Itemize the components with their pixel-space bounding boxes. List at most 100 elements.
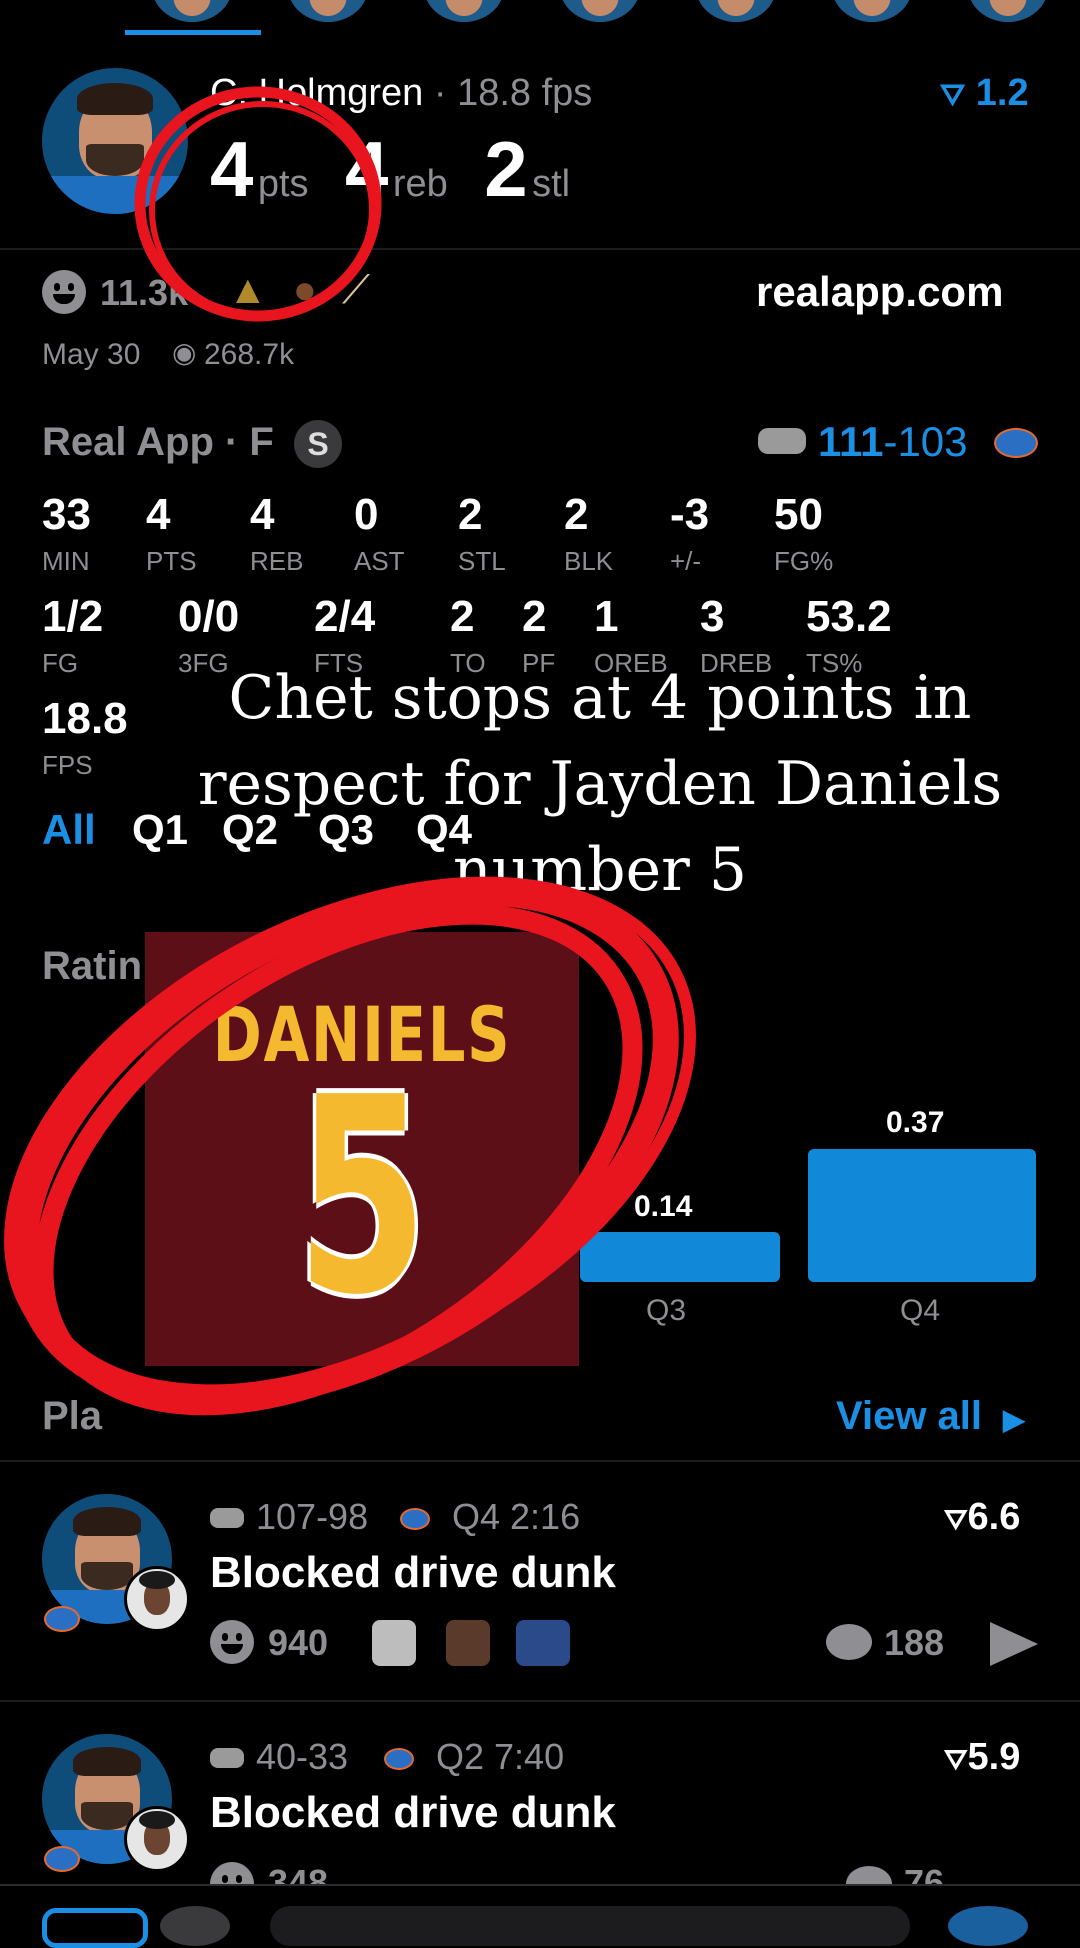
player-carousel[interactable] bbox=[0, 0, 1080, 38]
bottom-bar-divider bbox=[0, 1884, 1080, 1886]
tab-all[interactable]: All bbox=[42, 806, 96, 854]
play-reactions: 940 bbox=[268, 1622, 329, 1663]
play-comments: 188 bbox=[884, 1622, 945, 1663]
comment-icon[interactable] bbox=[846, 1866, 892, 1884]
bar-q3[interactable] bbox=[580, 1232, 780, 1282]
stat-value-fts: 2/4 bbox=[314, 592, 376, 641]
rating-icon: ⛛ bbox=[944, 1744, 968, 1775]
bone-emoji-icon[interactable]: ⟋ bbox=[342, 268, 370, 312]
reaction-thumbnail bbox=[446, 1620, 490, 1666]
stat-value-oreb: 1 bbox=[594, 592, 619, 641]
stat-value-fg-: 50 bbox=[774, 490, 823, 539]
play-score: 107-98 bbox=[256, 1496, 369, 1537]
play-rating-value: 5.9 bbox=[967, 1736, 1021, 1778]
stat-label: FPS bbox=[42, 750, 93, 780]
score-separator: - bbox=[883, 418, 898, 465]
compose-tab-icon[interactable] bbox=[948, 1906, 1028, 1946]
stat-value-blk: 2 bbox=[564, 490, 589, 539]
stat-value-ast: 0 bbox=[354, 490, 379, 539]
stat-label: REB bbox=[250, 546, 304, 576]
carousel-avatar[interactable] bbox=[288, 0, 368, 22]
play-title[interactable]: Blocked drive dunk bbox=[210, 1788, 616, 1838]
q3-axis-label: Q3 bbox=[646, 1294, 687, 1327]
poop-emoji-icon[interactable]: ● bbox=[293, 268, 317, 312]
spurs-logo-icon bbox=[210, 1748, 244, 1768]
rating-icon: ⛛ bbox=[940, 79, 966, 112]
reactions-count: 11.3k bbox=[100, 272, 189, 313]
jersey-number: 5 bbox=[296, 1039, 428, 1354]
meme-caption: Chet stops at 4 points in respect for Ja… bbox=[197, 663, 1003, 905]
stat-value-fg: 1/2 bbox=[42, 592, 104, 641]
thunder-logo-icon bbox=[384, 1748, 414, 1770]
carousel-avatar[interactable] bbox=[560, 0, 640, 22]
stat-value-to: 2 bbox=[450, 592, 475, 641]
play-title[interactable]: Blocked drive dunk bbox=[210, 1548, 616, 1598]
home-score: 111 bbox=[818, 418, 884, 465]
play-score: 40-33 bbox=[256, 1736, 349, 1777]
game-source[interactable]: Real App · F bbox=[42, 420, 274, 465]
q4-axis-label: Q4 bbox=[900, 1294, 941, 1327]
stat-label: PTS bbox=[146, 546, 197, 576]
play-clock: Q2 7:40 bbox=[436, 1736, 565, 1777]
bar-q4[interactable] bbox=[808, 1149, 1036, 1282]
play-clock: Q4 2:16 bbox=[452, 1496, 581, 1537]
reaction-thumbnail bbox=[372, 1620, 416, 1666]
stat-label: FG% bbox=[774, 546, 834, 576]
stat-value-pf: 2 bbox=[522, 592, 547, 641]
player-name[interactable]: C. Holmgren bbox=[210, 72, 423, 114]
site-link[interactable]: realapp.com bbox=[756, 268, 1003, 316]
game-score[interactable]: 111-103 bbox=[818, 418, 968, 466]
divider bbox=[0, 248, 1080, 250]
carousel-avatar[interactable] bbox=[832, 0, 912, 22]
stat-label: +/- bbox=[670, 546, 702, 576]
home-tab-icon[interactable] bbox=[42, 1908, 148, 1948]
stat-label: STL bbox=[458, 546, 506, 576]
thunder-logo-icon bbox=[400, 1508, 430, 1530]
player-avatar[interactable] bbox=[42, 68, 188, 214]
thunder-logo-icon bbox=[44, 1606, 80, 1632]
smiley-icon[interactable] bbox=[210, 1620, 254, 1664]
carousel-avatar[interactable] bbox=[968, 0, 1048, 22]
plays-title: Pla bbox=[42, 1394, 103, 1438]
stat-label: AST bbox=[354, 546, 405, 576]
away-score: 103 bbox=[897, 418, 968, 465]
carousel-avatar[interactable] bbox=[696, 0, 776, 22]
stat-value--: -3 bbox=[670, 490, 710, 539]
play-rating: ⛛6.6 bbox=[944, 1496, 1020, 1539]
ratings-title: Ratin bbox=[42, 944, 142, 988]
series-badge-label: S bbox=[307, 426, 329, 462]
play-rating: ⛛5.9 bbox=[944, 1736, 1020, 1779]
post-date: May 30 bbox=[42, 338, 141, 371]
stat-label: FG bbox=[42, 648, 79, 678]
q3-value-label: 0.14 bbox=[634, 1190, 693, 1223]
comment-icon[interactable] bbox=[826, 1624, 872, 1660]
rating-icon: ⛛ bbox=[944, 1504, 968, 1535]
divider bbox=[0, 1460, 1080, 1462]
chevron-right-icon: ▶ bbox=[1003, 1404, 1025, 1435]
view-all-label: View all bbox=[836, 1394, 983, 1438]
rating-value: 1.2 bbox=[975, 72, 1029, 114]
smiley-icon[interactable] bbox=[42, 270, 86, 314]
profile-tab-icon[interactable] bbox=[160, 1906, 230, 1946]
view-count: 268.7k bbox=[204, 338, 295, 371]
stat-value-stl: 2 bbox=[458, 490, 483, 539]
stat-label: MIN bbox=[42, 546, 90, 576]
stat-value-ts-: 53.2 bbox=[806, 592, 892, 641]
smiley-icon[interactable] bbox=[210, 1862, 254, 1884]
carousel-avatar[interactable] bbox=[424, 0, 504, 22]
stl-label: stl bbox=[532, 163, 571, 205]
jersey-image: DANIELS 5 bbox=[145, 932, 579, 1366]
stat-value-min: 33 bbox=[42, 490, 91, 539]
play-comments: 76 bbox=[904, 1862, 945, 1884]
send-icon[interactable] bbox=[990, 1622, 1038, 1666]
spurs-logo-icon bbox=[758, 428, 806, 454]
view-all-link[interactable]: View all ▶ bbox=[836, 1394, 1025, 1439]
reb-label: reb bbox=[392, 163, 448, 205]
bottom-tab-pill[interactable] bbox=[270, 1906, 910, 1946]
carousel-avatar[interactable] bbox=[152, 0, 232, 22]
reaction-emojis[interactable]: ▲ ● ⟋ bbox=[228, 268, 370, 313]
reb-value: 4 bbox=[345, 125, 389, 213]
spurs-logo-icon bbox=[210, 1508, 244, 1528]
finger-emoji-icon[interactable]: ▲ bbox=[228, 268, 268, 312]
stat-value-3fg: 0/0 bbox=[178, 592, 240, 641]
